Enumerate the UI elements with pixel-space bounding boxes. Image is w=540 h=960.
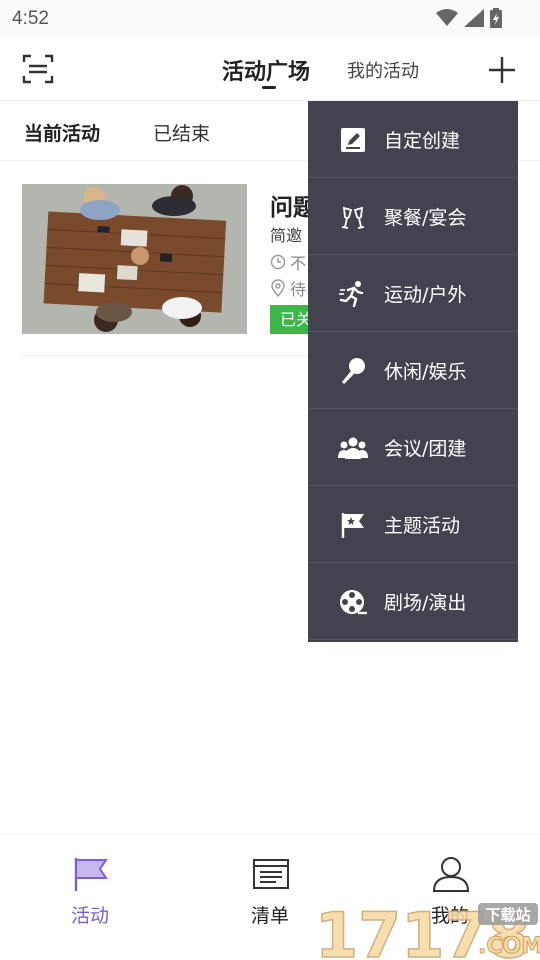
menu-item-label: 主题活动: [384, 515, 461, 537]
nav-label: 活动: [70, 905, 109, 927]
menu-item-label: 剧场/演出: [384, 592, 467, 614]
activity-time: 不: [290, 254, 307, 273]
watermark-logo: 17178 下载站 .COM: [315, 898, 540, 960]
microphone-icon: [342, 358, 365, 384]
create-activity-menu: 自定创建 聚餐/宴会 运动/户外 休闲/娱乐 会议/团建 主题活动 剧场/演出: [308, 101, 518, 642]
status-icons: [436, 8, 502, 28]
menu-item-label: 聚餐/宴会: [384, 207, 467, 229]
active-tab-indicator: [262, 86, 276, 89]
film-reel-icon: [340, 590, 367, 615]
activity-cover-image: [22, 184, 247, 334]
subtab-current[interactable]: 当前活动: [24, 119, 100, 146]
subtab-ended[interactable]: 已结束: [153, 119, 210, 146]
menu-item-label: 运动/户外: [384, 284, 467, 306]
menu-item-theme[interactable]: 主题活动: [308, 486, 518, 563]
menu-item-sports[interactable]: 运动/户外: [308, 255, 518, 332]
activity-time-row: 不: [270, 250, 306, 274]
flag-icon: [74, 858, 108, 891]
tab-activity-plaza[interactable]: 活动广场: [222, 54, 310, 86]
edit-icon: [341, 128, 365, 152]
status-bar: 4:52: [0, 0, 540, 38]
activity-description: 简邀: [270, 226, 303, 245]
clock-icon: [270, 254, 286, 270]
top-header: 活动广场 我的活动: [0, 38, 540, 101]
battery-icon: [490, 8, 502, 28]
menu-item-leisure[interactable]: 休闲/娱乐: [308, 332, 518, 409]
nav-item-activity[interactable]: 活动: [30, 835, 150, 935]
signal-icon: [464, 9, 484, 27]
cheers-icon: [341, 206, 365, 229]
user-icon: [432, 857, 470, 892]
nav-label: 清单: [250, 905, 289, 927]
menu-item-label: 会议/团建: [384, 438, 467, 460]
menu-item-theater[interactable]: 剧场/演出: [308, 563, 518, 640]
wifi-icon: [436, 9, 458, 26]
scan-icon[interactable]: [20, 52, 56, 86]
menu-item-dining[interactable]: 聚餐/宴会: [308, 178, 518, 255]
activity-location-row: 待: [270, 276, 306, 300]
menu-item-label: 休闲/娱乐: [384, 361, 467, 383]
nav-item-list[interactable]: 清单: [210, 835, 330, 935]
location-pin-icon: [271, 279, 285, 297]
menu-item-custom-create[interactable]: 自定创建: [308, 101, 518, 178]
svg-text:下载站: 下载站: [485, 906, 530, 924]
menu-item-meeting[interactable]: 会议/团建: [308, 409, 518, 486]
status-time: 4:52: [12, 8, 49, 29]
group-icon: [338, 437, 368, 459]
plus-icon[interactable]: [486, 54, 518, 86]
activity-location: 待: [290, 280, 307, 299]
svg-text:.COM: .COM: [478, 934, 540, 959]
flag-icon: [341, 513, 364, 538]
running-icon: [339, 281, 364, 308]
menu-item-label: 自定创建: [384, 130, 461, 152]
tab-my-activities[interactable]: 我的活动: [347, 57, 419, 83]
list-icon: [253, 859, 289, 889]
